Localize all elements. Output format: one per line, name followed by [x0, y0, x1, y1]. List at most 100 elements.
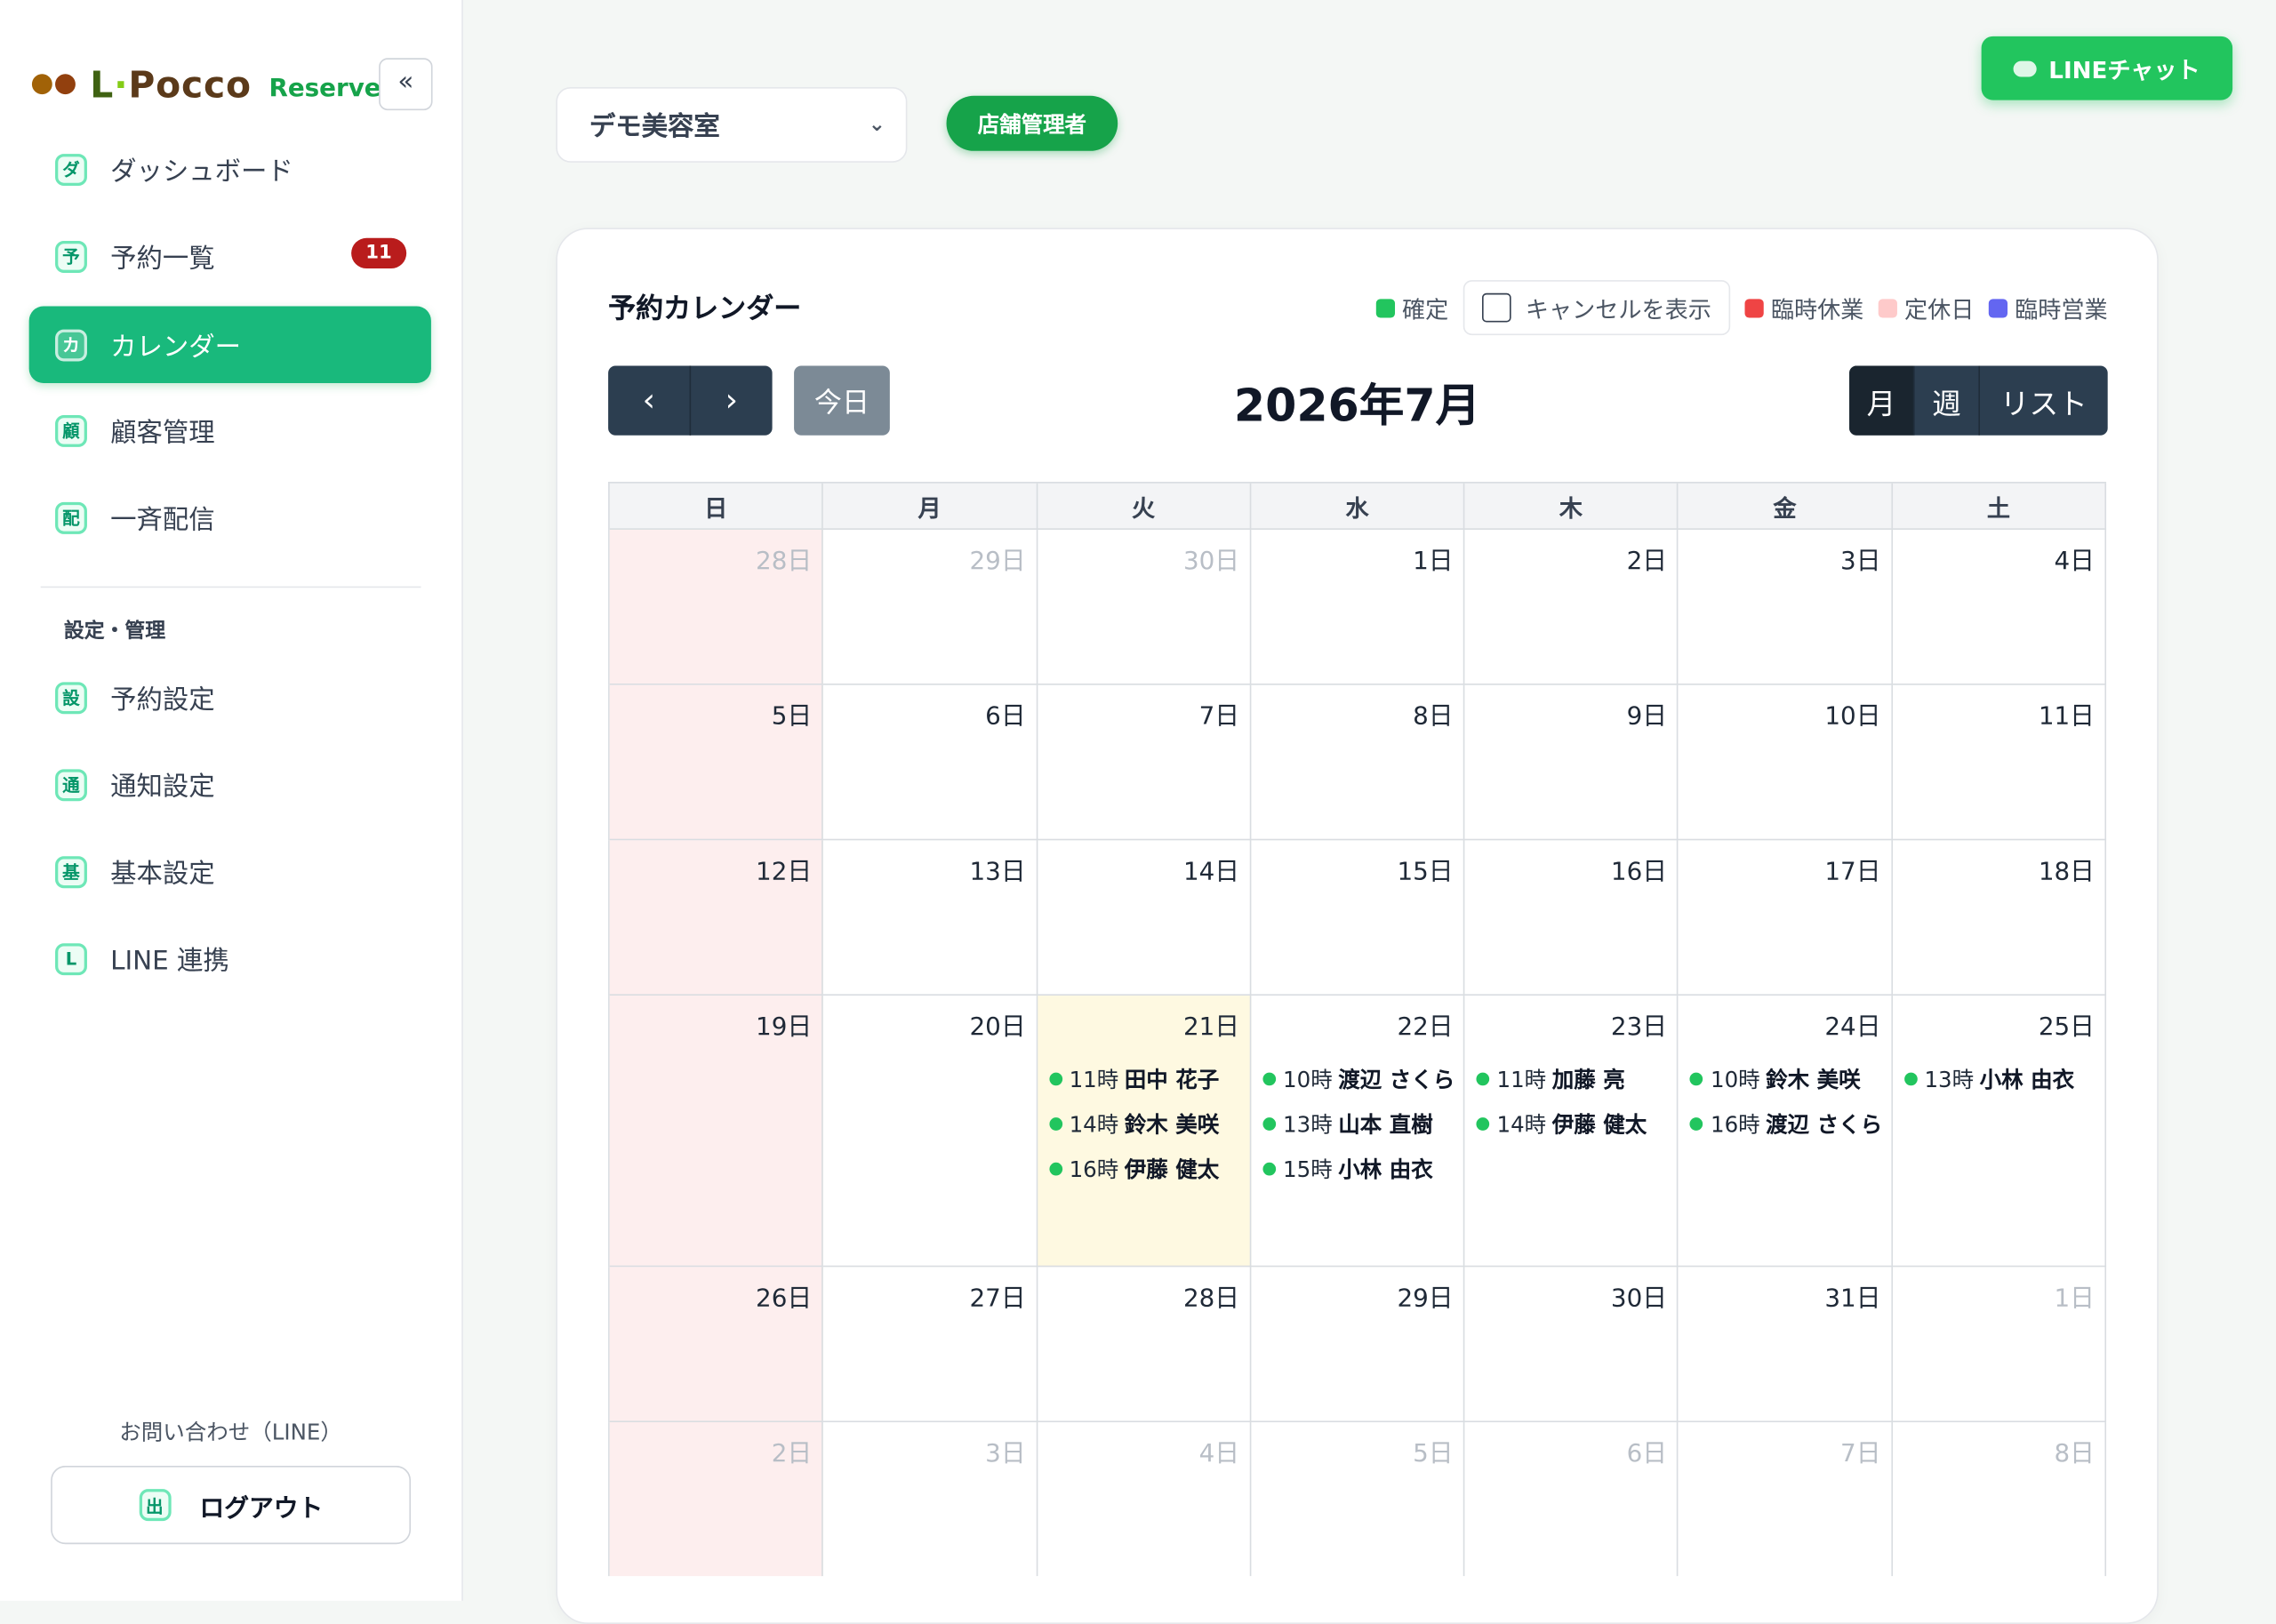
- day-cell[interactable]: 30日: [1037, 529, 1252, 685]
- line-chat-button[interactable]: LINEチャット: [1981, 36, 2233, 100]
- day-cell[interactable]: 28日: [1037, 1267, 1252, 1423]
- event-item[interactable]: 14時 鈴木 美咲: [1048, 1101, 1244, 1147]
- day-cell[interactable]: 8日: [1251, 684, 1465, 841]
- day-cell[interactable]: 7日: [1679, 1422, 1893, 1577]
- day-number: 14日: [1182, 857, 1240, 887]
- day-number: 30日: [1610, 1284, 1668, 1314]
- day-cell[interactable]: 23日 11時 加藤 亮 14時 伊藤 健太: [1464, 996, 1679, 1268]
- day-cell[interactable]: 17日: [1679, 840, 1893, 996]
- day-cell[interactable]: 18日: [1892, 840, 2106, 996]
- reservations-count-badge: 11: [350, 237, 407, 269]
- day-cell[interactable]: 2日: [1464, 529, 1679, 685]
- confirmed-dot-icon: [1048, 1117, 1062, 1131]
- day-cell[interactable]: 25日 13時 小林 由衣: [1892, 996, 2106, 1268]
- event-item[interactable]: 16時 伊藤 健太: [1048, 1147, 1244, 1192]
- store-select[interactable]: デモ美容室 ⌄: [556, 86, 908, 163]
- day-cell[interactable]: 30日: [1464, 1267, 1679, 1423]
- day-cell[interactable]: 7日: [1037, 684, 1252, 841]
- day-cell[interactable]: 3日: [823, 1422, 1038, 1577]
- day-number: 31日: [1824, 1284, 1881, 1314]
- event-customer: 山本 直樹: [1338, 1111, 1433, 1139]
- day-cell[interactable]: 3日: [1679, 529, 1893, 685]
- day-cell[interactable]: 13日: [823, 840, 1038, 996]
- event-item[interactable]: 10時 鈴木 美咲: [1690, 1057, 1885, 1102]
- day-cell[interactable]: 4日: [1892, 529, 2106, 685]
- day-cell[interactable]: 14日: [1037, 840, 1252, 996]
- event-item[interactable]: 13時 山本 直樹: [1262, 1101, 1457, 1147]
- day-cell[interactable]: 31日: [1679, 1267, 1893, 1423]
- event-item[interactable]: 10時 渡辺 さくら: [1262, 1057, 1457, 1102]
- event-item[interactable]: 13時 小林 由衣: [1903, 1057, 2099, 1102]
- day-cell[interactable]: 4日: [1038, 1422, 1252, 1577]
- day-cell[interactable]: 1日: [1251, 529, 1465, 685]
- day-cell[interactable]: 12日: [609, 840, 824, 996]
- day-cell-today[interactable]: 21日 11時 田中 花子 14時 鈴木 美咲 16時 伊藤 健太: [1037, 996, 1252, 1268]
- day-cell[interactable]: 1日: [1892, 1267, 2106, 1423]
- day-number: 17日: [1824, 857, 1881, 887]
- day-cell[interactable]: 5日: [609, 684, 824, 841]
- day-cell[interactable]: 19日: [609, 996, 824, 1268]
- confirmed-dot-icon: [1476, 1072, 1490, 1086]
- weekday-mon: 月: [823, 483, 1038, 530]
- day-cell[interactable]: 26日: [609, 1267, 824, 1423]
- sidebar-item-label: 基本設定: [110, 858, 215, 890]
- day-number: 25日: [2038, 1012, 2095, 1043]
- day-cell[interactable]: 15日: [1251, 840, 1465, 996]
- week-row: 2日 3日 4日 5日 6日 7日 8日: [608, 1422, 2106, 1577]
- day-cell[interactable]: 10日: [1679, 684, 1893, 841]
- weekday-tue: 火: [1037, 483, 1252, 530]
- view-week-button[interactable]: 週: [1912, 365, 1978, 436]
- show-cancel-checkbox[interactable]: [1481, 292, 1511, 323]
- sidebar-item-reservation-settings[interactable]: 設 予約設定: [29, 659, 431, 736]
- event-customer: 伊藤 健太: [1551, 1111, 1647, 1139]
- day-cell[interactable]: 16日: [1464, 840, 1679, 996]
- show-cancel-toggle[interactable]: キャンセルを表示: [1463, 280, 1731, 336]
- day-cell[interactable]: 6日: [1465, 1422, 1679, 1577]
- day-cell[interactable]: 29日: [823, 529, 1038, 685]
- day-cell[interactable]: 5日: [1251, 1422, 1465, 1577]
- day-cell[interactable]: 8日: [1893, 1422, 2106, 1577]
- sidebar-item-calendar[interactable]: カ カレンダー: [28, 306, 431, 384]
- sidebar-item-dashboard[interactable]: ダ ダッシュボード: [29, 131, 431, 208]
- day-cell[interactable]: 29日: [1251, 1267, 1465, 1423]
- collapse-sidebar-button[interactable]: «: [379, 58, 433, 111]
- view-list-button[interactable]: リスト: [1978, 365, 2107, 436]
- sidebar-item-notification-settings[interactable]: 通 通知設定: [29, 746, 431, 823]
- day-cell[interactable]: 9日: [1464, 684, 1679, 841]
- sidebar-item-customers[interactable]: 顧 顧客管理: [29, 392, 431, 469]
- event-item[interactable]: 11時 加藤 亮: [1476, 1057, 1671, 1102]
- settings-section-label: 設定・管理: [63, 620, 166, 644]
- day-cell[interactable]: 22日 10時 渡辺 さくら 13時 山本 直樹 15時 小林 由衣: [1251, 996, 1465, 1268]
- legend-temp-open: 臨時営業: [1988, 291, 2108, 325]
- day-number: 21日: [1182, 1012, 1240, 1043]
- sidebar-item-reservations[interactable]: 予 予約一覧 11: [29, 218, 431, 295]
- calendar-legend: 確定 キャンセルを表示 臨時休業 定休日 臨時営業: [1375, 280, 2108, 336]
- view-month-button[interactable]: 月: [1849, 365, 1913, 436]
- logout-button[interactable]: 出 ログアウト: [51, 1466, 412, 1545]
- day-cell[interactable]: 28日: [609, 529, 824, 685]
- event-item[interactable]: 15時 小林 由衣: [1262, 1147, 1457, 1192]
- confirmed-dot-icon: [1262, 1162, 1276, 1176]
- day-cell[interactable]: 6日: [823, 684, 1038, 841]
- day-cell[interactable]: 11日: [1892, 684, 2106, 841]
- store-select-value: デモ美容室: [589, 111, 720, 143]
- day-number: 6日: [1626, 1439, 1668, 1469]
- sidebar-item-basic-settings[interactable]: 基 基本設定: [29, 833, 431, 910]
- day-cell[interactable]: 20日: [823, 996, 1038, 1268]
- event-item[interactable]: 11時 田中 花子: [1048, 1057, 1244, 1102]
- temp-open-swatch: [1988, 298, 2008, 317]
- sidebar-item-broadcast[interactable]: 配 一斉配信: [29, 479, 431, 556]
- day-cell[interactable]: 24日 10時 鈴木 美咲 16時 渡辺 さくら: [1679, 996, 1893, 1268]
- sidebar-item-label: 顧客管理: [110, 417, 215, 448]
- brand-logo[interactable]: L·Pocco Reserve: [31, 58, 381, 110]
- event-item[interactable]: 14時 伊藤 健太: [1476, 1101, 1671, 1147]
- event-item[interactable]: 16時 渡辺 さくら: [1690, 1101, 1885, 1147]
- day-cell[interactable]: 27日: [823, 1267, 1038, 1423]
- chat-bubble-icon: [2014, 60, 2038, 76]
- event-customer: 加藤 亮: [1551, 1067, 1625, 1093]
- day-number: 16日: [1610, 857, 1668, 887]
- day-cell[interactable]: 2日: [609, 1422, 824, 1577]
- day-number: 8日: [2054, 1439, 2095, 1469]
- sidebar-item-line-integration[interactable]: L LINE 連携: [29, 920, 431, 997]
- contact-line-link[interactable]: お問い合わせ（LINE）: [0, 1417, 461, 1447]
